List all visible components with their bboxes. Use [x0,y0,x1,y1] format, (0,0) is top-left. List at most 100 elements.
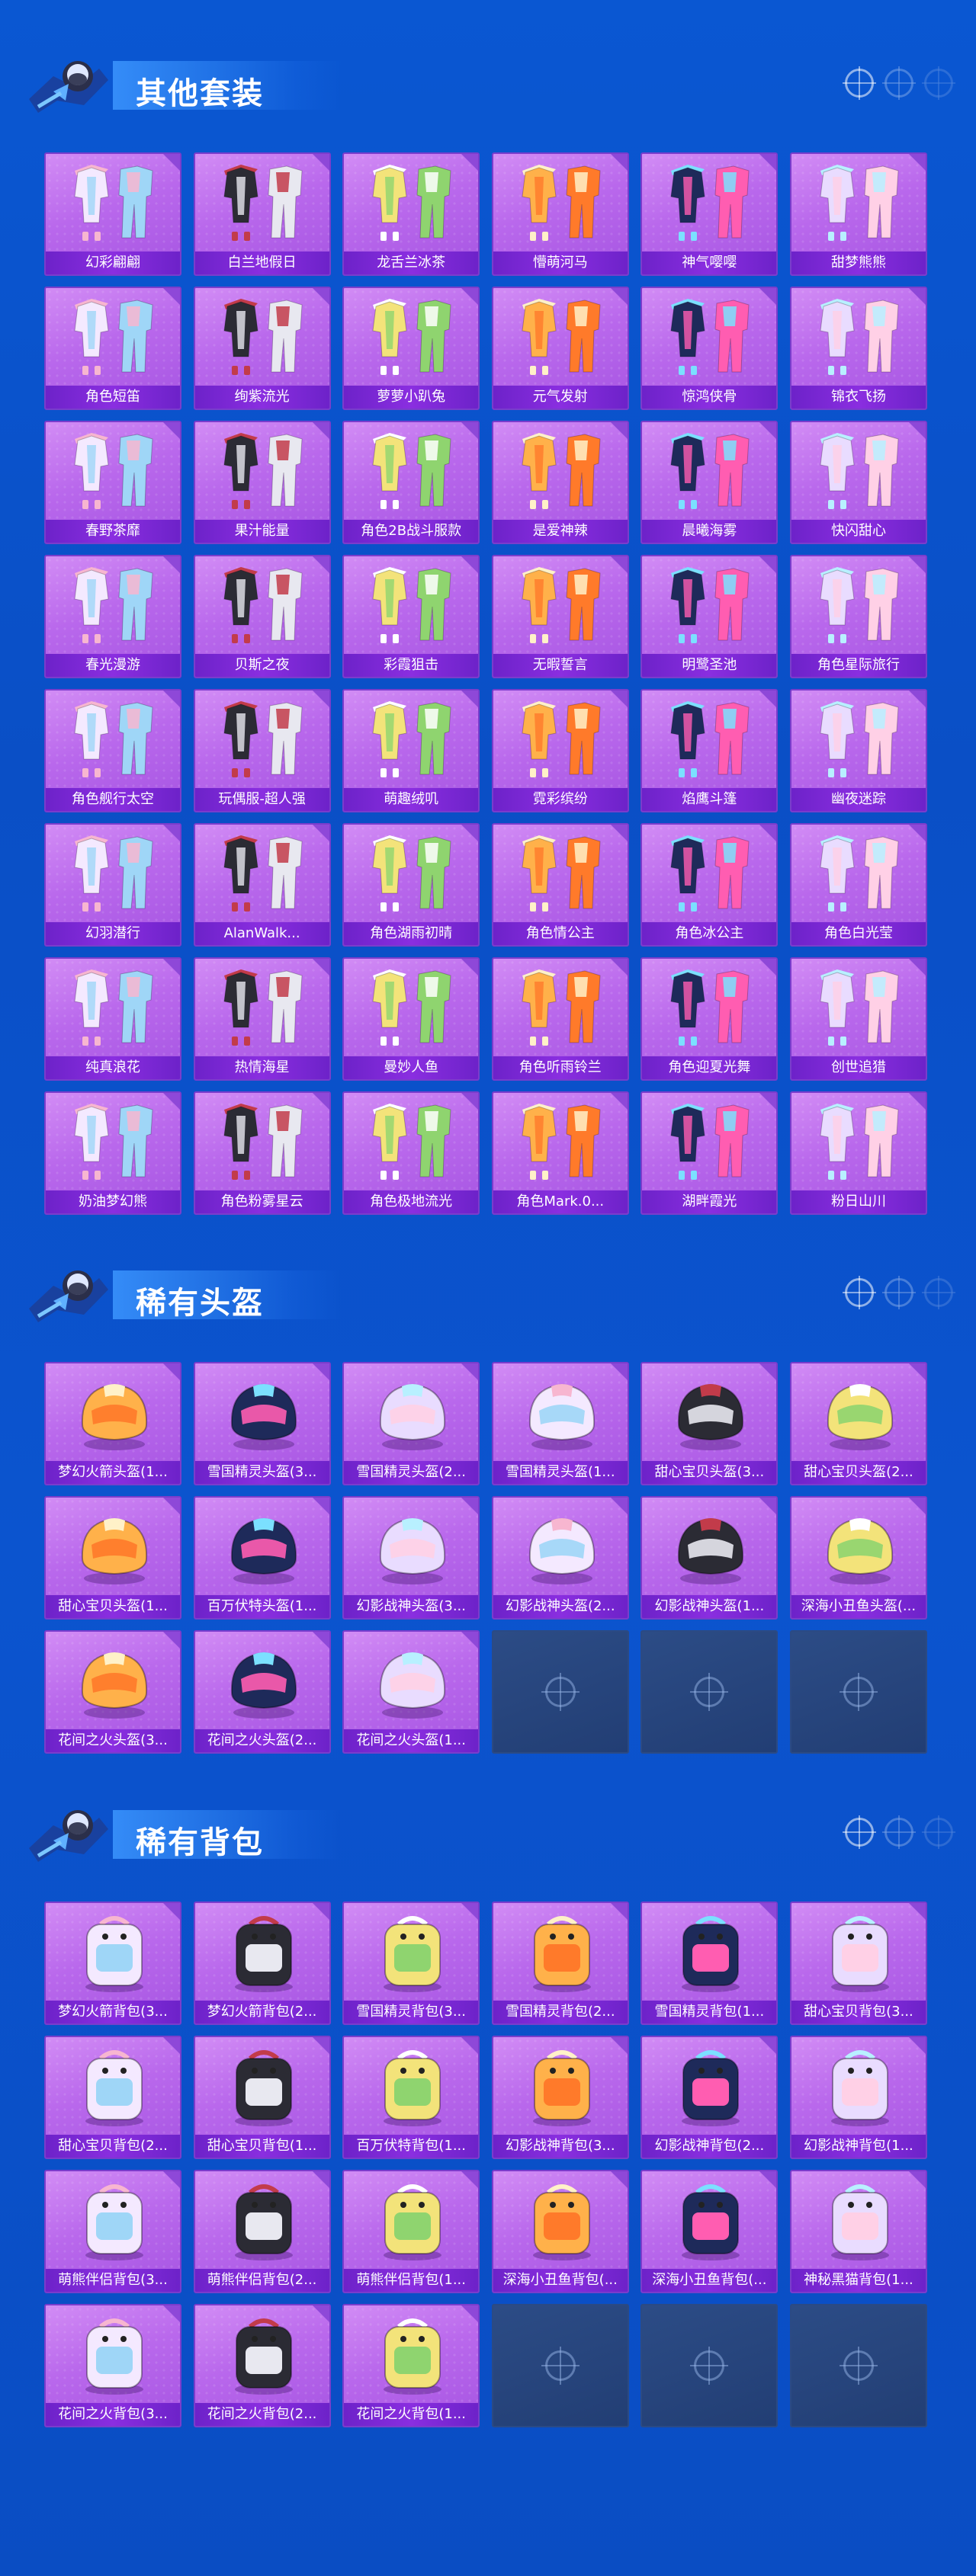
item-card[interactable]: 贝斯之夜 [193,555,331,678]
item-label: 角色白光莹 [791,922,926,945]
item-card[interactable]: 甜心宝贝头盔(3... [640,1362,779,1485]
item-card[interactable]: 雪国精灵头盔(2... [342,1362,480,1485]
item-card[interactable]: 创世追猎 [789,957,927,1081]
item-card[interactable]: 懵萌河马 [491,152,629,276]
item-card[interactable]: 甜梦熊熊 [789,152,927,276]
crosshair-icon [541,2347,580,2385]
item-label: 角色短笛 [46,386,180,409]
item-card[interactable]: 雪国精灵头盔(1... [491,1362,629,1485]
item-card[interactable]: 花间之火背包(3... [44,2304,181,2427]
item-card[interactable]: 锦衣飞扬 [789,287,927,410]
item-card[interactable]: 粉日山川 [789,1091,927,1215]
item-card[interactable]: 无暇誓言 [491,555,629,678]
item-card[interactable]: 幻影战神头盔(2... [491,1496,629,1620]
item-card[interactable]: 幽夜迷踪 [789,689,927,812]
item-card[interactable]: 霓彩缤纷 [491,689,629,812]
item-card[interactable]: 快闪甜心 [789,421,927,544]
item-card[interactable]: 幻影战神背包(3... [491,2036,629,2159]
item-card[interactable]: 龙舌兰冰茶 [342,152,480,276]
item-card[interactable]: 春野茶靡 [44,421,181,544]
item-label: 萌熊伴侣背包(1... [344,2269,479,2292]
item-card[interactable]: 甜心宝贝背包(3... [789,1902,927,2025]
item-card[interactable]: 角色极地流光 [342,1091,480,1215]
item-card[interactable]: 萌趣绒叽 [342,689,480,812]
item-label: 白兰地假日 [194,252,329,274]
item-label: 角色极地流光 [344,1190,479,1213]
item-card[interactable]: 晨曦海雾 [640,421,779,544]
item-card[interactable]: 角色听雨铃兰 [491,957,629,1081]
item-card[interactable]: 甜心宝贝头盔(2... [789,1362,927,1485]
item-card[interactable]: 角色舰行太空 [44,689,181,812]
item-card[interactable]: 元气发射 [491,287,629,410]
item-label: 幻影战神背包(3... [493,2135,628,2158]
item-card[interactable]: 萝萝小趴兔 [342,287,480,410]
item-card[interactable]: 深海小丑鱼背包(... [491,2170,629,2293]
empty-slot [640,2304,779,2427]
item-card[interactable]: 雪国精灵背包(2... [491,1902,629,2025]
item-card[interactable]: 角色湖雨初晴 [342,823,480,947]
item-card[interactable]: 幻彩翩翩 [44,152,181,276]
item-card[interactable]: 曼妙人鱼 [342,957,480,1081]
item-card[interactable]: 萌熊伴侣背包(2... [193,2170,331,2293]
item-card[interactable]: 幻影战神背包(2... [640,2036,779,2159]
item-card[interactable]: 花间之火头盔(1... [342,1630,480,1754]
item-card[interactable]: 梦幻火箭背包(2... [193,1902,331,2025]
item-card[interactable]: 春光漫游 [44,555,181,678]
item-card[interactable]: 花间之火头盔(3... [44,1630,181,1754]
item-card[interactable]: 湖畔霞光 [640,1091,779,1215]
item-card[interactable]: 纯真浪花 [44,957,181,1081]
item-card[interactable]: 角色星际旅行 [789,555,927,678]
item-card[interactable]: AlanWalk... [193,823,331,947]
item-card[interactable]: 幻影战神头盔(1... [640,1496,779,1620]
item-card[interactable]: 雪国精灵背包(3... [342,1902,480,2025]
item-card[interactable]: 梦幻火箭背包(3... [44,1902,181,2025]
item-card[interactable]: 萌熊伴侣背包(3... [44,2170,181,2293]
item-card[interactable]: 奶油梦幻熊 [44,1091,181,1215]
item-card[interactable]: 甜心宝贝背包(2... [44,2036,181,2159]
section-outfits: 其他套装 幻彩翩翩 白兰地假日 龙舌兰冰茶 懵萌河马 神气嘤嘤 甜梦熊熊 角色短笛 绚紫流光萝… [0,38,976,1215]
item-card[interactable]: 惊鸿侠骨 [640,287,779,410]
item-card[interactable]: 萌熊伴侣背包(1... [342,2170,480,2293]
item-label: 甜心宝贝头盔(2... [791,1461,926,1484]
item-card[interactable]: 神秘黑猫背包(1... [789,2170,927,2293]
item-card[interactable]: 绚紫流光 [193,287,331,410]
item-card[interactable]: 角色情公主 [491,823,629,947]
item-card[interactable]: 甜心宝贝背包(1... [193,2036,331,2159]
item-card[interactable]: 角色白光莹 [789,823,927,947]
item-card[interactable]: 彩霞狙击 [342,555,480,678]
item-card[interactable]: 幻影战神头盔(3... [342,1496,480,1620]
item-card[interactable]: 甜心宝贝头盔(1... [44,1496,181,1620]
helmet-art [230,1517,297,1584]
item-card[interactable]: 雪国精灵头盔(3... [193,1362,331,1485]
helmet-art [81,1383,148,1450]
item-card[interactable]: 角色2B战斗服款 [342,421,480,544]
item-card[interactable]: 焰鹰斗篷 [640,689,779,812]
item-card[interactable]: 白兰地假日 [193,152,331,276]
item-card[interactable]: 百万伏特头盔(1... [193,1496,331,1620]
item-card[interactable]: 幻羽潜行 [44,823,181,947]
item-card[interactable]: 花间之火头盔(2... [193,1630,331,1754]
item-card[interactable]: 花间之火背包(1... [342,2304,480,2427]
item-card[interactable]: 玩偶服-超人强 [193,689,331,812]
item-card[interactable]: 角色Mark.0... [491,1091,629,1215]
item-card[interactable]: 百万伏特背包(1... [342,2036,480,2159]
item-card[interactable]: 角色短笛 [44,287,181,410]
item-card[interactable]: 神气嘤嘤 [640,152,779,276]
item-card[interactable]: 幻影战神背包(1... [789,2036,927,2159]
item-card[interactable]: 角色粉雾星云 [193,1091,331,1215]
item-card[interactable]: 是爱神辣 [491,421,629,544]
item-label: AlanWalk... [194,922,329,945]
item-card[interactable]: 梦幻火箭头盔(1... [44,1362,181,1485]
crosshair-icon [843,1815,876,1849]
item-card[interactable]: 明鹭圣池 [640,555,779,678]
helmet-art [827,1383,893,1450]
item-card[interactable]: 角色冰公主 [640,823,779,947]
backpack-art [234,2318,293,2395]
item-card[interactable]: 角色迎夏光舞 [640,957,779,1081]
item-card[interactable]: 果汁能量 [193,421,331,544]
item-card[interactable]: 深海小丑鱼头盔(... [789,1496,927,1620]
item-card[interactable]: 雪国精灵背包(1... [640,1902,779,2025]
item-card[interactable]: 深海小丑鱼背包(... [640,2170,779,2293]
item-card[interactable]: 热情海星 [193,957,331,1081]
item-card[interactable]: 花间之火背包(2... [193,2304,331,2427]
